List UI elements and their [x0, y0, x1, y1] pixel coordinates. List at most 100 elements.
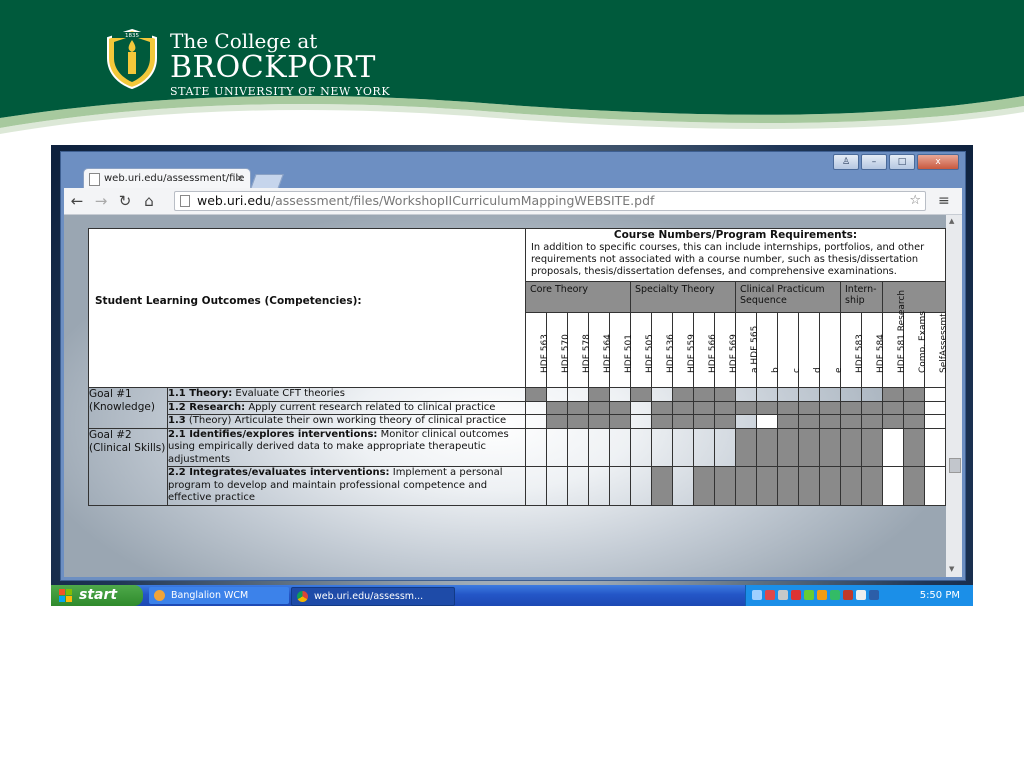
- menu-icon[interactable]: ≡: [938, 191, 950, 211]
- column-label: SelfAssessmt.: [939, 310, 946, 373]
- back-icon[interactable]: ←: [68, 191, 86, 211]
- minimize-button[interactable]: –: [861, 154, 887, 170]
- map-cell: [651, 387, 673, 402]
- course-numbers-title: Course Numbers/Program Requirements:: [613, 229, 858, 241]
- map-cell: [798, 414, 820, 429]
- map-cell: [798, 387, 820, 402]
- tab-close-icon[interactable]: ×: [236, 169, 244, 189]
- map-cell: [777, 400, 799, 415]
- vertical-scrollbar[interactable]: ▲ ▼: [946, 215, 962, 577]
- banglalion-icon: [154, 590, 165, 601]
- scrollbar-thumb[interactable]: [949, 458, 961, 473]
- map-cell: [882, 427, 904, 467]
- tray-app-icon[interactable]: [869, 590, 879, 600]
- antivirus-icon[interactable]: [791, 590, 801, 600]
- browser-window: ♙ – □ x web.uri.edu/assessment/file × ← …: [60, 151, 966, 581]
- table-row: 1.2 Research: Apply current research rel…: [89, 400, 946, 415]
- map-cell: [630, 414, 652, 429]
- signal-icon[interactable]: [752, 590, 762, 600]
- table-row: Goal #2 (Clinical Skills) 2.1 Identifies/…: [88, 427, 946, 506]
- map-cell: [567, 400, 589, 415]
- network-icon[interactable]: [765, 590, 775, 600]
- map-cell: [840, 414, 862, 429]
- profile-icon[interactable]: ♙: [833, 154, 859, 170]
- map-cell: [756, 400, 778, 415]
- map-cell: [567, 387, 589, 402]
- map-cell: [588, 466, 610, 506]
- map-cell: [672, 387, 694, 402]
- map-cell: [798, 427, 820, 467]
- forward-icon[interactable]: →: [92, 191, 110, 211]
- map-cell: [525, 400, 547, 415]
- scroll-down-icon[interactable]: ▼: [949, 565, 954, 573]
- map-cell: [882, 466, 904, 506]
- scroll-up-icon[interactable]: ▲: [949, 217, 954, 225]
- tray-app-icon[interactable]: [804, 590, 814, 600]
- map-cell: [588, 400, 610, 415]
- map-cell: [840, 427, 862, 467]
- column-header: HDF 501: [609, 312, 634, 388]
- home-icon[interactable]: ⌂: [140, 191, 158, 211]
- column-header: e: [819, 312, 844, 388]
- map-cell: [756, 387, 778, 402]
- column-header: a HDF 565: [735, 312, 760, 388]
- map-cell: [903, 387, 925, 402]
- close-window-button[interactable]: x: [917, 154, 959, 170]
- column-group-header: Specialty Theory: [630, 281, 736, 313]
- tray-app-icon[interactable]: [843, 590, 853, 600]
- college-wordmark: The College at BROCKPORT STATE UNIVERSIT…: [170, 30, 390, 98]
- column-header: HDF 559: [672, 312, 697, 388]
- map-cell: [609, 387, 631, 402]
- map-cell: [903, 414, 925, 429]
- column-group-header: Intern-ship: [840, 281, 883, 313]
- map-cell: [798, 466, 820, 506]
- map-cell: [924, 400, 946, 415]
- wordmark-line3: STATE UNIVERSITY OF NEW YORK: [170, 85, 391, 98]
- column-header: SelfAssessmt.: [924, 310, 946, 388]
- taskbar-item-label: Banglalion WCM: [171, 590, 249, 601]
- map-cell: [735, 414, 757, 429]
- taskbar-item-browser[interactable]: web.uri.edu/assessm...: [291, 587, 455, 606]
- column-header: HDF 566: [693, 312, 718, 388]
- taskbar-item-banglalion[interactable]: Banglalion WCM: [149, 587, 289, 604]
- wordmark-line2: BROCKPORT: [170, 50, 376, 85]
- column-header: b: [756, 312, 781, 388]
- map-cell: [882, 400, 904, 415]
- browser-tab[interactable]: web.uri.edu/assessment/file ×: [83, 168, 251, 189]
- tray-app-icon[interactable]: [830, 590, 840, 600]
- map-cell: [672, 466, 694, 506]
- outcome-cell: 2.1 Identifies/explores interventions: M…: [167, 427, 526, 467]
- volume-icon[interactable]: [778, 590, 788, 600]
- tray-app-icon[interactable]: [856, 590, 866, 600]
- bookmark-star-icon[interactable]: ☆: [909, 192, 921, 210]
- map-cell: [651, 466, 673, 506]
- map-cell: [630, 427, 652, 467]
- table-row: 1.3 (Theory) Articulate their own workin…: [89, 414, 946, 429]
- map-cell: [609, 427, 631, 467]
- start-button[interactable]: start: [51, 585, 143, 606]
- map-cell: [756, 466, 778, 506]
- map-cell: [567, 466, 589, 506]
- map-cell: [546, 466, 568, 506]
- new-tab-button[interactable]: [250, 174, 284, 189]
- column-header: HDF 581 Research: [882, 290, 907, 388]
- map-cell: [840, 387, 862, 402]
- column-header: HDF 570: [546, 312, 571, 388]
- windows-flag-icon: [59, 589, 72, 602]
- column-group-header: Core Theory: [525, 281, 631, 313]
- taskbar: start Banglalion WCM web.uri.edu/assessm…: [51, 585, 973, 606]
- tray-app-icon[interactable]: [817, 590, 827, 600]
- map-cell: [777, 427, 799, 467]
- column-header: HDF 584: [861, 312, 886, 388]
- page-icon: [180, 195, 190, 207]
- clock: 5:50 PM: [919, 590, 960, 601]
- goal-cell: Goal #2 (Clinical Skills): [88, 427, 168, 506]
- outcome-cell: 1.3 (Theory) Articulate their own workin…: [167, 414, 526, 429]
- column-header: c: [777, 312, 802, 388]
- maximize-button[interactable]: □: [889, 154, 915, 170]
- address-bar[interactable]: web.uri.edu/assessment/files/WorkshopIIC…: [174, 191, 926, 211]
- map-cell: [714, 427, 736, 467]
- reload-icon[interactable]: ↻: [116, 191, 134, 211]
- map-cell: [630, 387, 652, 402]
- map-cell: [735, 387, 757, 402]
